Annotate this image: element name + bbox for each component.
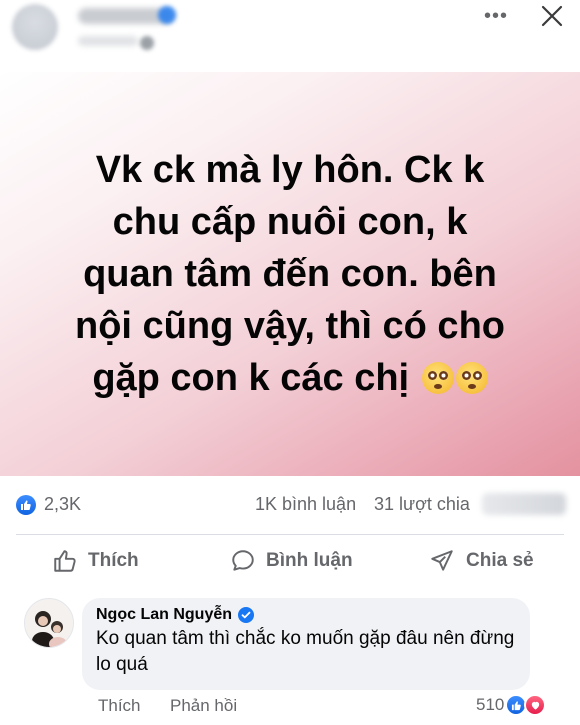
like-button[interactable]: Thích xyxy=(52,540,139,582)
post-line-3: quan tâm đến con. bên xyxy=(83,253,497,295)
post-time-blurred[interactable] xyxy=(78,36,138,46)
post-actions: Thích Bình luận Chia sẻ xyxy=(0,540,580,582)
divider xyxy=(16,534,564,535)
shares-count[interactable]: 31 lượt chia xyxy=(374,494,470,515)
globe-icon xyxy=(140,36,154,50)
post-text: Vk ck mà ly hôn. Ck k chu cấp nuôi con, … xyxy=(75,144,505,404)
shares-blurred xyxy=(482,493,566,515)
like-button-label: Thích xyxy=(88,550,139,571)
close-button[interactable] xyxy=(534,0,570,32)
verified-badge-icon xyxy=(238,607,255,623)
post-line-1: Vk ck mà ly hôn. Ck k xyxy=(95,149,485,191)
like-reaction-icon[interactable] xyxy=(16,495,36,515)
love-reaction-icon[interactable] xyxy=(524,694,546,716)
post-content: Vk ck mà ly hôn. Ck k chu cấp nuôi con, … xyxy=(0,72,580,476)
comment-bubble-icon xyxy=(232,550,254,571)
verified-badge-icon xyxy=(158,6,176,24)
more-horizontal-icon: ••• xyxy=(483,4,508,27)
comment-button-label: Bình luận xyxy=(266,550,353,571)
comments-count[interactable]: 1K bình luận xyxy=(255,494,356,515)
share-arrow-icon xyxy=(431,550,453,571)
thumbs-up-icon xyxy=(54,550,76,572)
flushed-face-emoji-icon xyxy=(421,362,454,394)
like-count[interactable]: 2,3K xyxy=(44,494,81,515)
post-stats: 2,3K 1K bình luận 31 lượt chia xyxy=(0,476,580,534)
author-avatar-blurred[interactable] xyxy=(12,4,58,50)
comment-reaction-count[interactable]: 510 xyxy=(476,695,504,715)
comment-text: Ko quan tâm thì chắc ko muốn gặp đâu nên… xyxy=(96,628,515,675)
post-header: ••• xyxy=(0,0,580,72)
comment-reply-button[interactable]: Phản hồi xyxy=(170,696,237,716)
post-line-2: chu cấp nuôi con, k xyxy=(112,201,468,243)
share-button-label: Chia sẻ xyxy=(466,550,534,571)
comment-bubble: Ngọc Lan Nguyễn Ko quan tâm thì chắc ko … xyxy=(82,598,530,690)
comment-button[interactable]: Bình luận xyxy=(230,540,353,582)
commenter-avatar[interactable] xyxy=(24,598,74,648)
share-button[interactable]: Chia sẻ xyxy=(428,540,534,582)
flushed-face-emoji-icon xyxy=(455,362,488,394)
close-icon xyxy=(541,5,563,27)
post-line-5: gặp con k các chị xyxy=(92,357,410,399)
post-line-4: nội cũng vậy, thì có cho xyxy=(74,305,505,347)
commenter-name[interactable]: Ngọc Lan Nguyễn xyxy=(96,606,232,624)
comment-like-button[interactable]: Thích xyxy=(98,696,141,716)
more-options-button[interactable]: ••• xyxy=(478,2,514,30)
